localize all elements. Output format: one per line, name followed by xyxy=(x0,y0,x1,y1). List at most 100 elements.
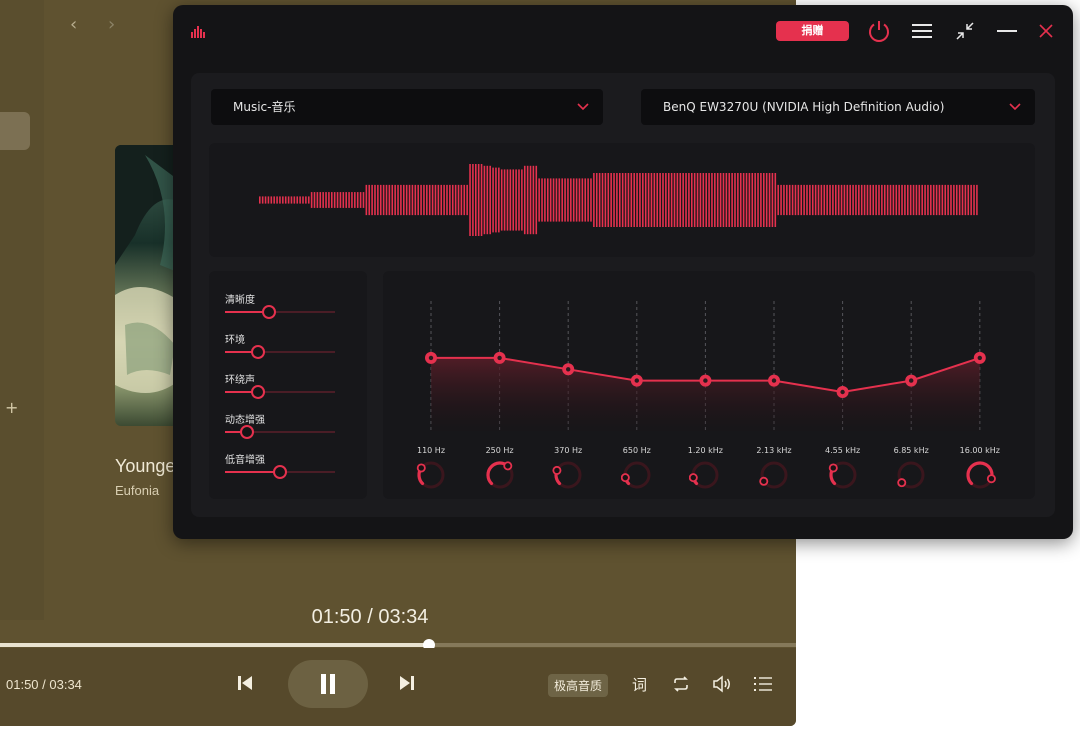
waveform-bar xyxy=(935,184,938,216)
playlist-icon[interactable] xyxy=(754,676,772,696)
donate-button[interactable]: 捐赠 xyxy=(776,21,849,41)
waveform-bar xyxy=(630,173,633,227)
waveform-bar xyxy=(895,184,898,216)
effect-slider-knob[interactable] xyxy=(251,385,265,399)
quality-button[interactable]: 极高音质 xyxy=(548,674,609,697)
waveform-bar xyxy=(541,178,543,222)
waveform-bar xyxy=(705,173,707,227)
sidebar-selected-item[interactable] xyxy=(0,112,30,150)
waveform-bar xyxy=(967,184,970,216)
band-equalizer: 110 Hz 250 Hz 370 Hz 650 Hz 1.20 kHz 2.13 kHz… xyxy=(383,271,1035,499)
collapse-icon[interactable] xyxy=(955,21,975,41)
menu-icon[interactable] xyxy=(911,23,933,39)
waveform-bar xyxy=(423,184,425,216)
waveform-bar xyxy=(800,184,803,216)
waveform-bar xyxy=(817,184,820,216)
waveform-bar xyxy=(771,173,774,227)
waveform-bar xyxy=(414,184,417,216)
band-gain-handle-center xyxy=(771,378,777,383)
close-icon[interactable] xyxy=(1039,24,1053,38)
waveform-bar xyxy=(699,173,702,227)
effect-slider-knob[interactable] xyxy=(251,345,265,359)
waveform-bar xyxy=(498,167,500,233)
waveform-bar xyxy=(394,184,396,216)
waveform-bar xyxy=(270,196,273,204)
preset-dropdown[interactable]: Music-音乐 xyxy=(211,89,603,125)
waveform-bar xyxy=(564,178,566,222)
band-frequency-label: 1.20 kHz xyxy=(687,446,723,455)
waveform-bar xyxy=(460,184,463,216)
waveform-bar xyxy=(532,165,535,235)
effect-slider-knob[interactable] xyxy=(262,305,276,319)
song-artist[interactable]: Eufonia xyxy=(115,483,159,498)
effect-label: 低音增强 xyxy=(225,455,265,466)
waveform-bar xyxy=(719,173,722,227)
waveform-bar xyxy=(904,184,906,216)
lyrics-button[interactable]: 词 xyxy=(632,674,647,695)
band-q-knob[interactable] xyxy=(964,459,996,491)
spectrum-visualizer xyxy=(209,143,1035,257)
waveform-bar xyxy=(976,184,978,216)
waveform-bar xyxy=(446,184,448,216)
effect-slider[interactable] xyxy=(225,345,335,359)
pause-button[interactable] xyxy=(288,660,368,708)
effect-slider-knob[interactable] xyxy=(240,425,254,439)
waveform-bar xyxy=(670,173,673,227)
back-arrow-icon[interactable]: ‹ xyxy=(70,14,77,35)
waveform-bar xyxy=(846,184,849,216)
band-frequency-label: 650 Hz xyxy=(622,446,651,455)
waveform-bar xyxy=(443,184,445,216)
waveform-bar xyxy=(860,184,863,216)
band-q-knob-dot xyxy=(620,473,630,483)
previous-icon[interactable] xyxy=(236,674,254,696)
waveform-bar xyxy=(840,184,843,216)
band-q-knob[interactable] xyxy=(758,459,790,491)
next-icon[interactable] xyxy=(398,674,416,696)
waveform-bar xyxy=(284,196,287,204)
waveform-bar xyxy=(428,184,431,216)
waveform-bar xyxy=(927,184,929,216)
waveform-bar xyxy=(742,173,745,227)
band-q-knob[interactable] xyxy=(415,459,447,491)
waveform-bar xyxy=(878,184,880,216)
effect-slider[interactable] xyxy=(225,305,335,319)
band-q-knob[interactable] xyxy=(689,459,721,491)
device-dropdown[interactable]: BenQ EW3270U (NVIDIA High Definition Aud… xyxy=(641,89,1035,125)
waveform-bar xyxy=(354,192,356,208)
waveform-bar xyxy=(728,173,731,227)
waveform-bar xyxy=(858,184,860,216)
effect-slider-knob[interactable] xyxy=(273,465,287,479)
power-icon[interactable] xyxy=(867,19,891,43)
waveform-bar xyxy=(745,173,748,227)
waveform-bar xyxy=(325,192,327,208)
add-icon[interactable]: + xyxy=(5,398,18,417)
waveform-bar xyxy=(296,196,299,204)
waveform-bar xyxy=(763,173,765,227)
effect-label: 环境 xyxy=(225,335,245,346)
volume-icon[interactable] xyxy=(712,675,732,697)
band-q-knob[interactable] xyxy=(484,459,516,491)
chevron-down-icon xyxy=(1009,103,1021,111)
repeat-icon[interactable] xyxy=(672,675,690,697)
waveform-bar xyxy=(621,173,624,227)
waveform-bar xyxy=(780,184,782,216)
band-gain-handle-center xyxy=(497,355,502,361)
effect-slider[interactable] xyxy=(225,425,335,439)
waveform-bar xyxy=(924,184,926,216)
waveform-bar xyxy=(590,178,592,222)
band-q-knob[interactable] xyxy=(827,459,859,491)
effect-slider[interactable] xyxy=(225,465,335,479)
waveform-bar xyxy=(411,184,414,216)
waveform-bar xyxy=(881,184,883,216)
band-q-knob[interactable] xyxy=(895,459,927,491)
forward-arrow-icon[interactable]: › xyxy=(108,14,115,35)
band-q-knob[interactable] xyxy=(552,459,584,491)
waveform-bar xyxy=(515,169,517,231)
effect-slider[interactable] xyxy=(225,385,335,399)
waveform-bar xyxy=(426,184,428,216)
progress-bar[interactable] xyxy=(0,639,796,651)
waveform-bar xyxy=(739,173,742,227)
minimize-icon[interactable] xyxy=(997,30,1017,32)
playback-controls: 01:50 / 03:34 极高音质 词 xyxy=(0,648,796,726)
band-q-knob[interactable] xyxy=(620,459,653,491)
